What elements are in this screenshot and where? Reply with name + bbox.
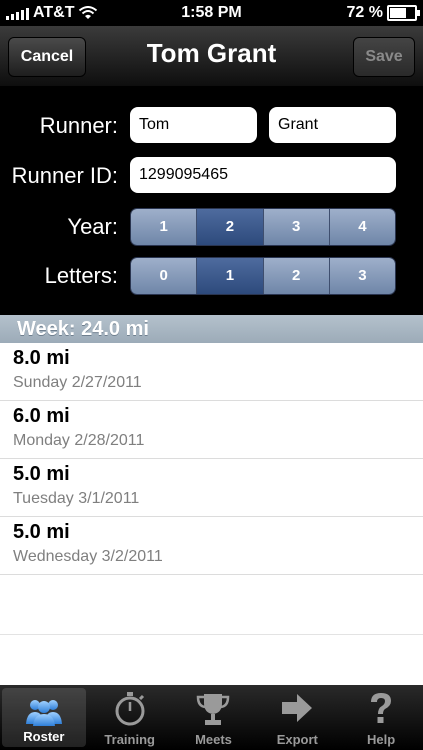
year-option-2[interactable]: 2 (197, 209, 264, 245)
battery-icon (387, 5, 420, 21)
letters-option-1[interactable]: 1 (197, 258, 264, 294)
list-item[interactable]: 5.0 mi Tuesday 3/1/2011 (0, 459, 423, 517)
empty-row (0, 575, 423, 635)
tab-export-label: Export (276, 732, 318, 747)
run-distance: 5.0 mi (13, 521, 70, 543)
tab-export[interactable]: Export (255, 685, 339, 750)
year-option-1[interactable]: 1 (131, 209, 198, 245)
year-option-4[interactable]: 4 (329, 209, 395, 245)
letters-label: Letters: (44, 263, 118, 288)
tab-meets[interactable]: Meets (172, 685, 256, 750)
question-icon (371, 693, 392, 723)
runner-id-label: Runner ID: (11, 163, 118, 188)
runner-id-field[interactable]: 1299095465 (130, 157, 396, 193)
first-name-field[interactable]: Tom (130, 107, 257, 143)
week-section-header: Week: 24.0 mi (0, 315, 423, 343)
tab-training[interactable]: Training (88, 685, 172, 750)
letters-segmented-control: 0 1 2 3 (130, 257, 396, 295)
list-item[interactable]: 8.0 mi Sunday 2/27/2011 (0, 343, 423, 401)
list-item[interactable]: 6.0 mi Monday 2/28/2011 (0, 401, 423, 459)
run-distance: 8.0 mi (13, 347, 70, 369)
runner-label: Runner: (39, 113, 118, 138)
runs-list: 8.0 mi Sunday 2/27/2011 6.0 mi Monday 2/… (0, 343, 423, 695)
tab-help-label: Help (367, 732, 396, 747)
tab-roster-label: Roster (23, 729, 65, 744)
cancel-button[interactable]: Cancel (8, 37, 86, 77)
trophy-icon (197, 694, 230, 725)
stopwatch-icon (115, 692, 145, 726)
runner-form: Runner: Tom Grant Runner ID: 1299095465 … (0, 87, 423, 315)
letters-option-0[interactable]: 0 (131, 258, 198, 294)
tab-help[interactable]: Help (339, 685, 423, 750)
battery-percent: 72 % (346, 4, 383, 21)
tab-roster[interactable]: Roster (2, 688, 86, 747)
letters-option-3[interactable]: 3 (329, 258, 395, 294)
export-arrow-icon (282, 694, 313, 722)
run-date: Wednesday 3/2/2011 (13, 548, 163, 565)
year-option-3[interactable]: 3 (263, 209, 330, 245)
roster-icon (25, 700, 62, 726)
tab-training-label: Training (104, 732, 155, 747)
last-name-field[interactable]: Grant (269, 107, 396, 143)
run-date: Sunday 2/27/2011 (13, 374, 142, 391)
save-button[interactable]: Save (353, 37, 415, 77)
tab-meets-label: Meets (195, 732, 232, 747)
letters-option-2[interactable]: 2 (263, 258, 330, 294)
run-date: Tuesday 3/1/2011 (13, 490, 140, 507)
tab-bar: Roster Training Meets Export Help (0, 685, 423, 750)
run-distance: 5.0 mi (13, 463, 70, 485)
list-item[interactable]: 5.0 mi Wednesday 3/2/2011 (0, 517, 423, 575)
run-date: Monday 2/28/2011 (13, 432, 145, 449)
status-bar: AT&T 1:58 PM 72 % (0, 0, 423, 26)
page-title: Tom Grant (146, 38, 277, 68)
year-segmented-control: 1 2 3 4 (130, 208, 396, 246)
navigation-bar: Cancel Tom Grant Save (0, 26, 423, 87)
year-label: Year: (67, 214, 118, 239)
run-distance: 6.0 mi (13, 405, 70, 427)
